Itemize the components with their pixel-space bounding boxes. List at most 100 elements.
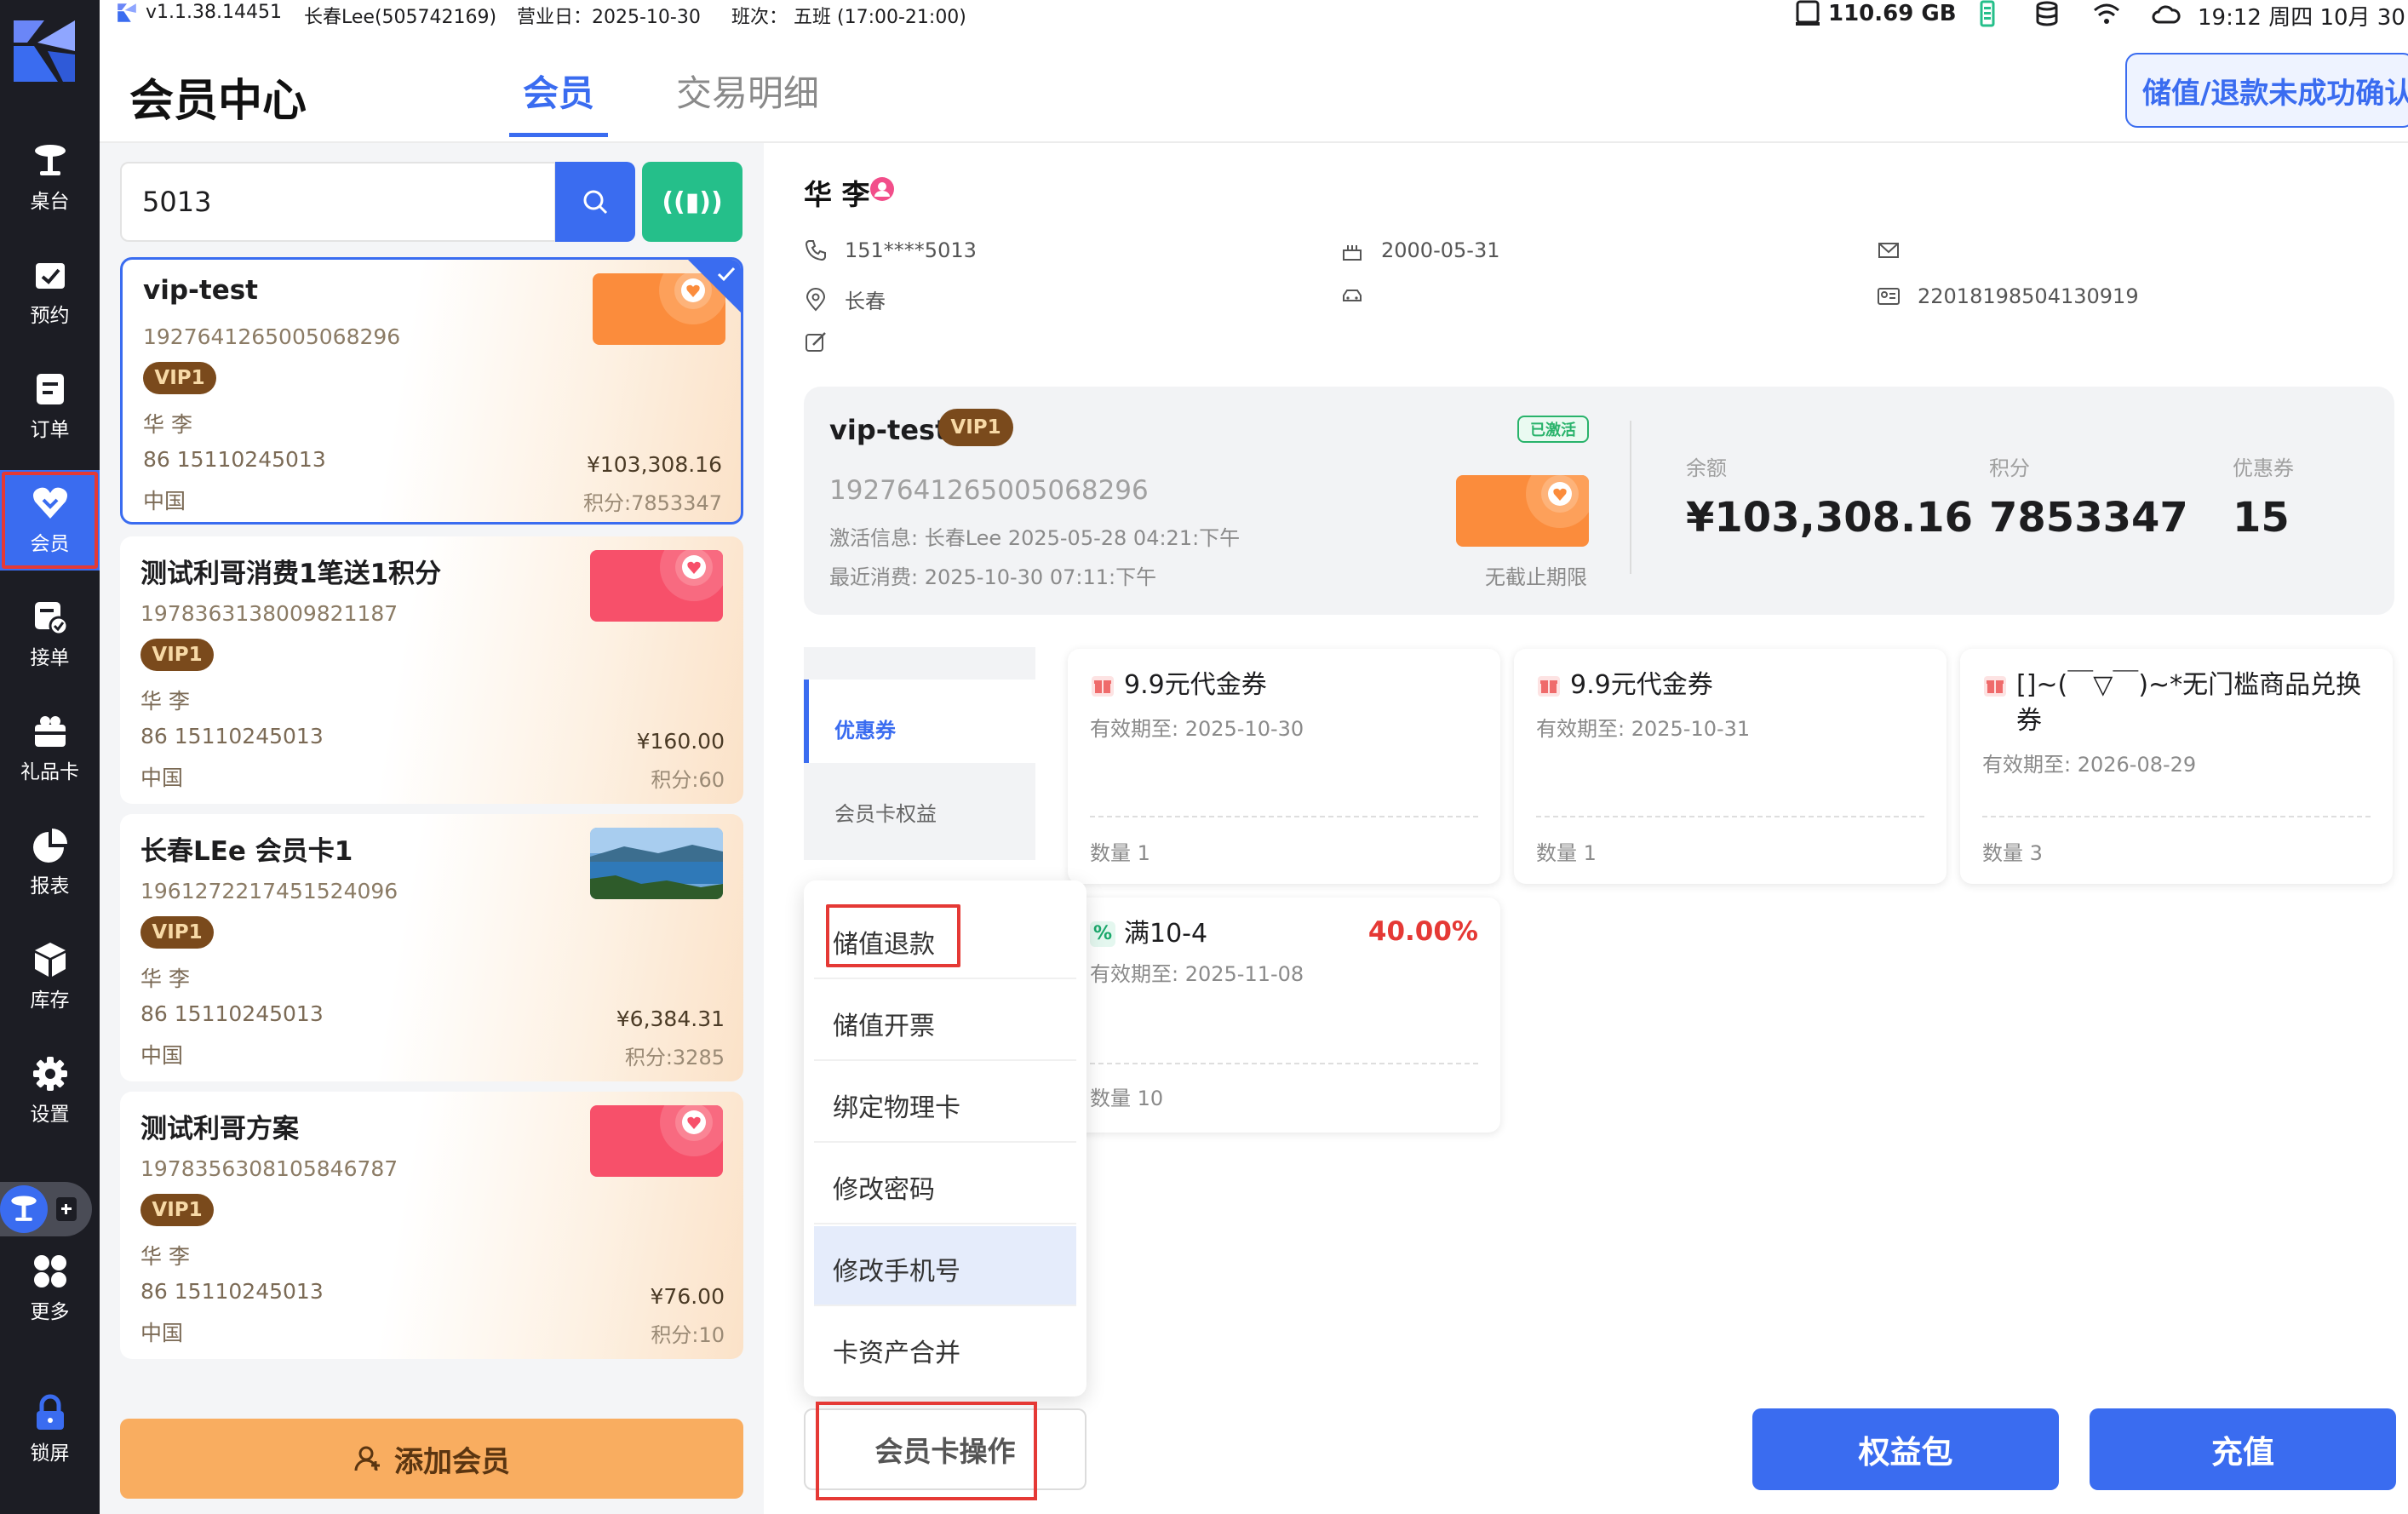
check-icon (717, 267, 736, 282)
gift-card-icon (34, 716, 66, 747)
points-label: 积分 (1989, 456, 2030, 480)
profile-id-card: 22018198504130919 (1877, 284, 2139, 308)
nav-inventory[interactable]: 库存 (0, 926, 100, 1027)
highlight-box (826, 904, 960, 967)
car-icon (1343, 290, 1362, 301)
activation-info: 激活信息: 长春Lee 2025-05-28 04:21:下午 (829, 526, 1241, 550)
orange-card-image (1456, 475, 1589, 547)
menu-item-merge-assets[interactable]: 卡资产合并 (814, 1308, 1076, 1388)
member-avatar-icon (870, 177, 894, 201)
tab-coupons[interactable]: 优惠券 (804, 680, 1035, 763)
profile-car (1340, 284, 1364, 308)
cloud-icon (2152, 5, 2181, 24)
business-day: 营业日：2025-10-30 (517, 7, 701, 28)
level-badge: VIP1 (143, 362, 216, 394)
nav-tables-label: 桌台 (30, 191, 70, 213)
recharge-refund-confirm-button[interactable]: 储值/退款未成功确认 (2125, 53, 2408, 128)
menu-item-bind-physical-card[interactable]: 绑定物理卡 (814, 1063, 1076, 1143)
nav-inventory-label: 库存 (30, 989, 70, 1012)
member-card-item[interactable]: 长春LEe 会员卡1 1961272217451524096 VIP1 华 李 … (120, 814, 743, 1081)
lock-icon (36, 1394, 64, 1430)
card-number: 1927641265005068296 (143, 324, 401, 349)
card-operations-menu: 储值退款 储值开票 绑定物理卡 修改密码 修改手机号 卡资产合并 (804, 880, 1086, 1396)
page-title: 会员中心 (129, 76, 307, 127)
add-user-icon (354, 1446, 380, 1471)
member-card-item[interactable]: vip-test 1927641265005068296 VIP1 华 李 86… (120, 257, 743, 525)
tab-card-rights[interactable]: 会员卡权益 (804, 763, 1035, 860)
profile-birthday: 2000-05-31 (1340, 238, 1499, 262)
add-member-button[interactable]: 添加会员 (120, 1419, 743, 1499)
coupon-expiry: 有效期至: 2025-10-30 (1090, 717, 1304, 741)
coupon-expiry: 有效期至: 2026-08-29 (1982, 753, 2197, 777)
level-badge: VIP1 (140, 916, 214, 949)
nfc-read-button[interactable]: ((▮)) (642, 162, 742, 242)
card-balance: ¥103,308.16 (586, 452, 722, 477)
coupon-title: 9.9元代金券 (1536, 668, 1928, 703)
search-input[interactable]: 5013 (120, 162, 556, 242)
nav-reservations[interactable]: 预约 (0, 242, 100, 342)
nav-orders[interactable]: 订单 (0, 356, 100, 456)
nav-reports[interactable]: 报表 (0, 812, 100, 913)
user-info: 长春Lee(505742169) (304, 7, 497, 28)
tab-members[interactable]: 会员 (508, 65, 609, 137)
disk-icon (1796, 0, 1820, 26)
phone-icon (805, 240, 826, 261)
coupon-card[interactable]: []~(￣▽￣)~*无门槛商品兑换券 有效期至: 2026-08-29 数量 3 (1960, 649, 2393, 884)
card-number: 1978363138009821187 (140, 601, 398, 626)
recharge-button[interactable]: 充值 (2090, 1408, 2396, 1490)
coupons-count: 15 (2233, 494, 2290, 542)
coupon-quantity: 数量 1 (1090, 841, 1150, 865)
birthday-value: 2000-05-31 (1381, 238, 1500, 262)
pink-card-image (590, 550, 723, 622)
tab-transactions[interactable]: 交易明细 (676, 65, 819, 117)
accept-order-icon (34, 602, 68, 636)
menu-item-change-phone[interactable]: 修改手机号 (814, 1226, 1076, 1306)
summary-card-name: vip-test (829, 414, 949, 446)
summary-card-image (1456, 475, 1589, 547)
nav-lock-screen[interactable]: 锁屏 (0, 1379, 100, 1480)
menu-item-change-password[interactable]: 修改密码 (814, 1144, 1076, 1224)
nav-more[interactable]: 更多 (0, 1238, 100, 1339)
benefit-tabs: 优惠券 会员卡权益 (804, 647, 1035, 886)
table-icon (34, 145, 66, 175)
nav-accept-orders[interactable]: 接单 (0, 584, 100, 685)
id-card-icon (1878, 288, 1900, 305)
mode-toggle[interactable] (0, 1182, 92, 1236)
coupon-card[interactable]: 9.9元代金券 有效期至: 2025-10-31 数量 1 (1514, 649, 1946, 884)
coupon-expiry: 有效期至: 2025-10-31 (1536, 717, 1751, 741)
nav-reservations-label: 预约 (30, 305, 70, 327)
coupon-title: []~(￣▽￣)~*无门槛商品兑换券 (1982, 668, 2374, 739)
box-icon (34, 943, 66, 977)
nav-gift-cards[interactable]: 礼品卡 (0, 698, 100, 799)
nav-tables[interactable]: 桌台 (0, 128, 100, 228)
city-value: 长春 (845, 290, 886, 313)
card-phone: 86 15110245013 (143, 447, 326, 472)
table-icon (11, 1196, 37, 1221)
level-badge: VIP1 (140, 639, 214, 671)
cake-icon (1343, 245, 1362, 261)
status-bar: v1.1.38.14451 长春Lee(505742169) 营业日：2025-… (100, 0, 2408, 31)
benefit-package-button[interactable]: 权益包 (1752, 1408, 2059, 1490)
card-points: 积分:7853347 (583, 491, 722, 515)
edit-profile-button[interactable] (804, 330, 828, 354)
coupon-divider (1536, 816, 1924, 817)
nav-settings[interactable]: 设置 (0, 1041, 100, 1141)
card-points: 积分:60 (651, 768, 725, 792)
coupon-card[interactable]: 9.9元代金券 有效期至: 2025-10-30 数量 1 (1068, 649, 1500, 884)
nav-members[interactable]: 会员 (0, 470, 100, 571)
member-card-summary: vip-test VIP1 已激活 1927641265005068296 激活… (804, 387, 2394, 615)
card-balance: ¥6,384.31 (616, 1006, 725, 1031)
member-card-item[interactable]: 测试利哥方案 1978356308105846787 VIP1 华 李 86 1… (120, 1092, 743, 1359)
pink-card-image (590, 1105, 723, 1177)
coupon-card[interactable]: % 满10-4 40.00% 有效期至: 2025-11-08 数量 10 (1068, 898, 1500, 1133)
coupons-label: 优惠券 (2233, 456, 2294, 480)
member-card-item[interactable]: 测试利哥消费1笔送1积分 1978363138009821187 VIP1 华 … (120, 536, 743, 804)
search-button[interactable] (555, 162, 635, 242)
card-phone: 86 15110245013 (140, 1279, 324, 1304)
coupon-divider (1090, 816, 1478, 817)
nfc-icon: ((▮)) (662, 186, 723, 217)
menu-item-invoice[interactable]: 储值开票 (814, 981, 1076, 1061)
discount-icon: % (1090, 921, 1115, 947)
card-phone: 86 15110245013 (140, 724, 324, 748)
gift-icon (1092, 676, 1114, 697)
